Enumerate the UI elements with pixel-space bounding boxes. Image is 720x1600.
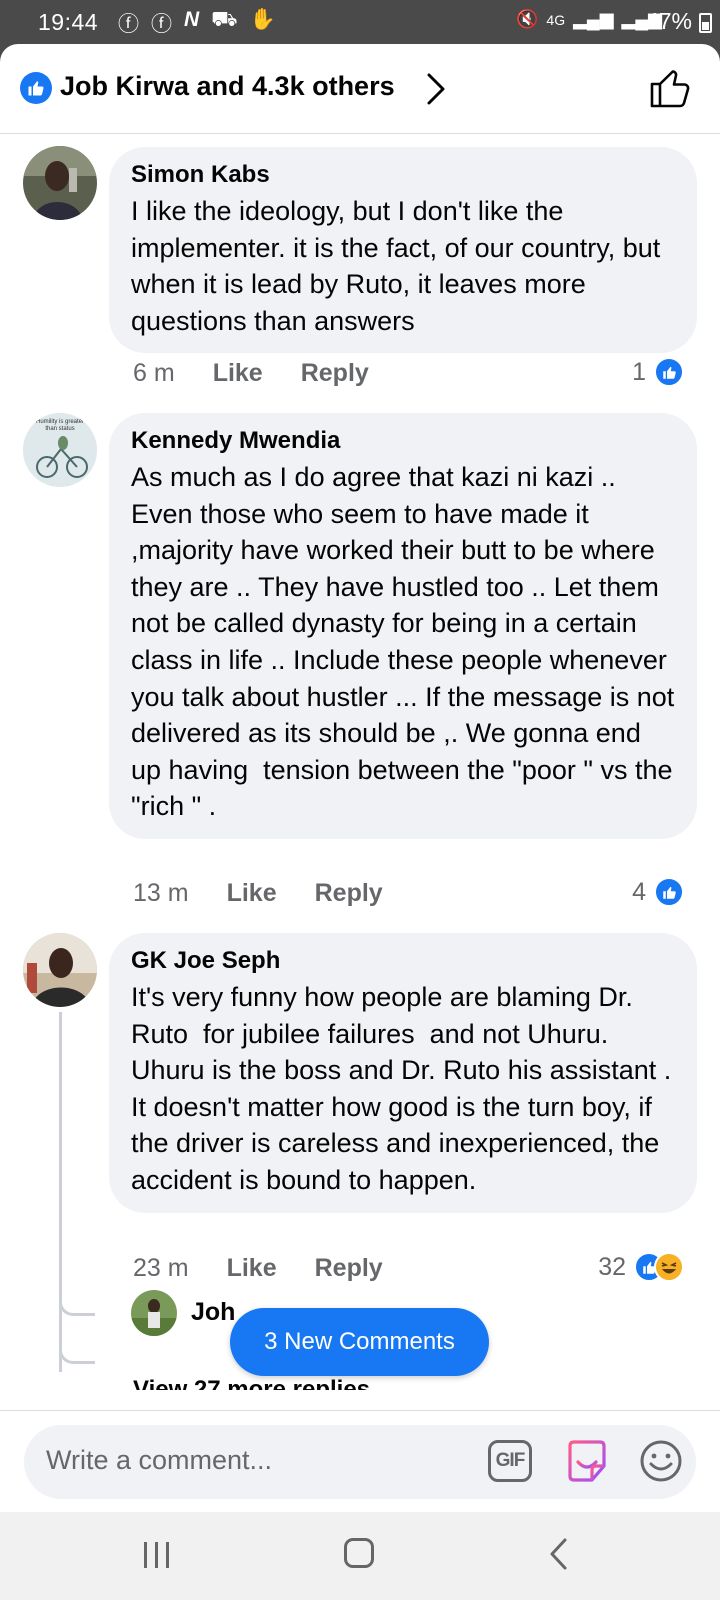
- reaction-count: 4: [632, 877, 646, 906]
- reactions-header[interactable]: Job Kirwa and 4.3k others: [0, 44, 720, 134]
- comments-sheet: Job Kirwa and 4.3k others Simon Kabs I l…: [0, 44, 720, 1512]
- reactors-summary[interactable]: Job Kirwa and 4.3k others: [60, 71, 395, 102]
- emoji-icon[interactable]: [639, 1439, 683, 1488]
- thread-line: [59, 1012, 62, 1372]
- comment-text: It's very funny how people are blaming D…: [131, 982, 679, 1195]
- reaction-summary[interactable]: 1: [632, 357, 684, 387]
- recents-button[interactable]: [144, 1542, 169, 1568]
- reply-button[interactable]: Reply: [301, 359, 369, 388]
- battery-percent: 47%: [645, 8, 692, 34]
- system-icons: 🔇 4G ▂▄▆ ▂▄▆: [516, 9, 662, 30]
- reaction-summary[interactable]: 32: [598, 1252, 684, 1282]
- signal-icon: ▂▄▆: [573, 9, 614, 29]
- back-button[interactable]: [548, 1536, 568, 1577]
- like-post-button[interactable]: [648, 66, 692, 115]
- sticker-icon[interactable]: [564, 1438, 610, 1489]
- new-comments-button[interactable]: 3 New Comments: [230, 1308, 489, 1376]
- mute-icon: 🔇: [515, 9, 539, 29]
- comment-input[interactable]: Write a comment... GIF: [24, 1425, 696, 1499]
- reply-button[interactable]: Reply: [315, 1254, 383, 1283]
- gif-button[interactable]: GIF: [488, 1440, 532, 1482]
- avatar[interactable]: [23, 933, 97, 1007]
- comment-bubble[interactable]: Kennedy Mwendia As much as I do agree th…: [109, 413, 697, 839]
- like-button[interactable]: Like: [227, 1254, 277, 1283]
- reply-avatar[interactable]: [131, 1290, 177, 1336]
- comment-time: 6 m: [133, 359, 175, 387]
- avatar-caption: Humility is greater: [36, 419, 84, 425]
- comment-author[interactable]: GK Joe Seph: [131, 947, 675, 975]
- like-reaction-icon: [20, 72, 52, 104]
- reply-button[interactable]: Reply: [315, 879, 383, 908]
- comment-time: 23 m: [133, 1254, 189, 1282]
- comment-author[interactable]: Simon Kabs: [131, 161, 675, 189]
- shop-icon: ⛟: [211, 8, 238, 31]
- like-button[interactable]: Like: [227, 879, 277, 908]
- 4g-icon: 4G: [546, 11, 566, 28]
- comment-time: 13 m: [133, 879, 189, 907]
- comment-author[interactable]: Kennedy Mwendia: [131, 427, 675, 455]
- system-navigation-bar: [0, 1512, 720, 1600]
- reaction-count: 1: [632, 357, 646, 386]
- like-reaction-icon: [654, 357, 684, 387]
- status-time: 19:44: [38, 9, 99, 35]
- avatar[interactable]: [23, 146, 97, 220]
- avatar[interactable]: Humility is greater than status: [23, 413, 97, 487]
- comment-actions: 13 m Like Reply: [133, 879, 383, 908]
- comment-actions: 23 m Like Reply: [133, 1254, 383, 1283]
- like-reaction-icon: [654, 877, 684, 907]
- notification-icons: ⓕ ⓕ N ⛟ ✋: [118, 8, 276, 38]
- battery-icon: [699, 13, 712, 33]
- reply-author[interactable]: Joh: [191, 1298, 235, 1327]
- hand-icon: ✋: [249, 8, 276, 31]
- comment-text: As much as I do agree that kazi ni kazi …: [131, 462, 682, 822]
- status-bar: 19:44 ⓕ ⓕ N ⛟ ✋ 🔇 4G ▂▄▆ ▂▄▆ 47%: [0, 0, 720, 44]
- thread-branch: [59, 1344, 95, 1364]
- reaction-summary[interactable]: 4: [632, 877, 684, 907]
- comment-bubble[interactable]: GK Joe Seph It's very funny how people a…: [109, 933, 697, 1213]
- comment-text: I like the ideology, but I don't like th…: [131, 196, 668, 336]
- haha-reaction-icon: [654, 1252, 684, 1282]
- comment-bubble[interactable]: Simon Kabs I like the ideology, but I do…: [109, 147, 697, 354]
- reaction-count: 32: [598, 1252, 626, 1281]
- home-button[interactable]: [344, 1538, 374, 1568]
- svg-text:than status: than status: [45, 426, 74, 432]
- facebook-icon: ⓕ: [118, 13, 139, 36]
- thread-branch: [59, 1296, 95, 1316]
- comment-actions: 6 m Like Reply: [133, 359, 369, 388]
- comment-placeholder: Write a comment...: [46, 1445, 273, 1475]
- facebook-icon: ⓕ: [151, 13, 172, 36]
- like-button[interactable]: Like: [213, 359, 263, 388]
- comment-composer: Write a comment... GIF: [0, 1410, 720, 1512]
- news-icon: N: [184, 8, 200, 31]
- chevron-right-icon[interactable]: [426, 72, 446, 111]
